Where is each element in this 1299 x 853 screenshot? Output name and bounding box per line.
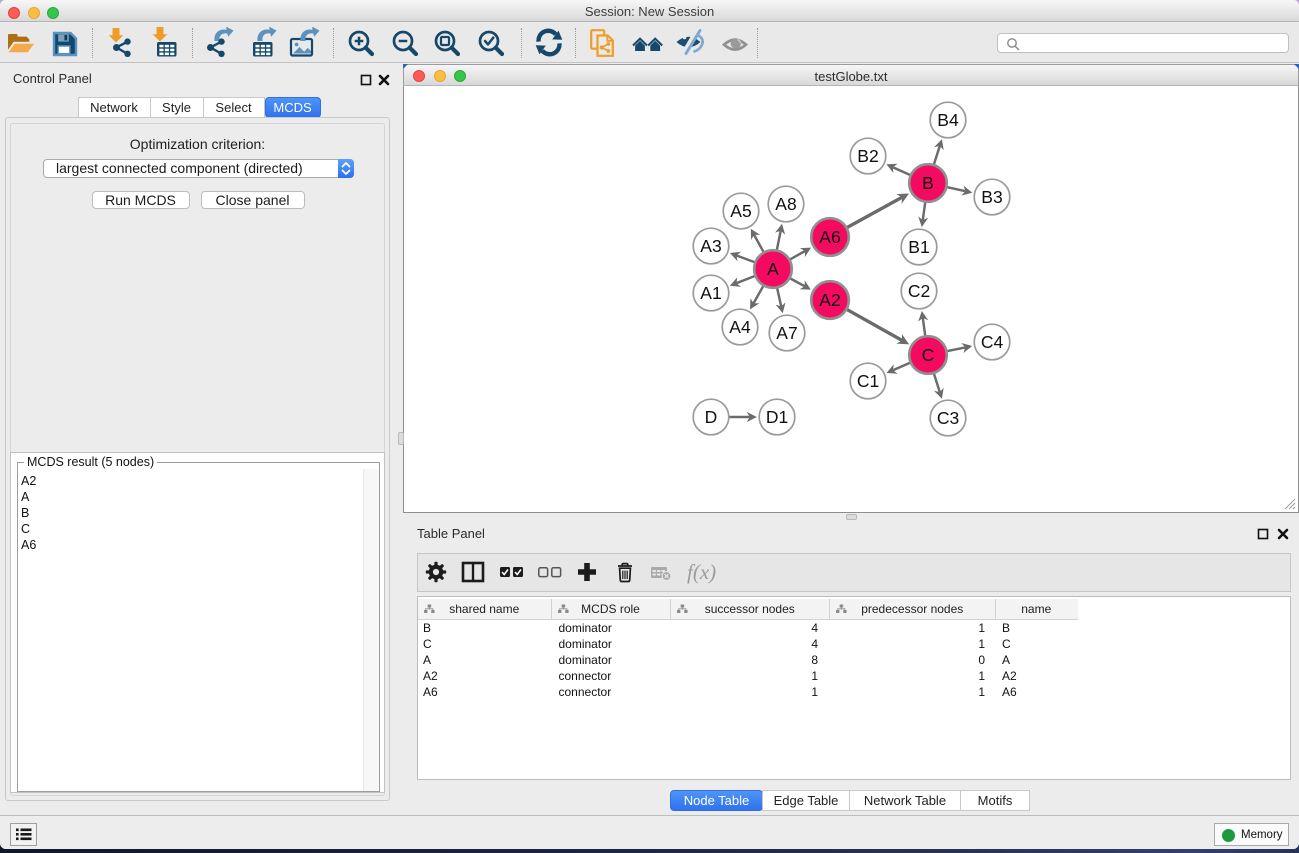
svg-text:C2: C2 [908,281,930,301]
svg-text:A: A [767,259,779,279]
svg-text:B: B [922,173,934,193]
svg-text:A7: A7 [776,323,797,343]
svg-text:A1: A1 [700,283,721,303]
svg-text:A3: A3 [700,236,721,256]
svg-text:B3: B3 [981,187,1002,207]
svg-text:C3: C3 [937,408,959,428]
svg-text:C: C [922,345,935,365]
svg-text:C4: C4 [981,332,1004,352]
svg-text:A6: A6 [819,227,840,247]
svg-text:D1: D1 [766,407,788,427]
svg-text:A2: A2 [819,290,840,310]
svg-text:A5: A5 [730,201,751,221]
svg-text:B1: B1 [908,237,929,257]
svg-text:A8: A8 [775,194,796,214]
svg-text:C1: C1 [857,371,879,391]
svg-text:B4: B4 [937,110,959,130]
svg-text:D: D [705,407,718,427]
svg-text:B2: B2 [857,146,878,166]
svg-text:A4: A4 [729,317,751,337]
